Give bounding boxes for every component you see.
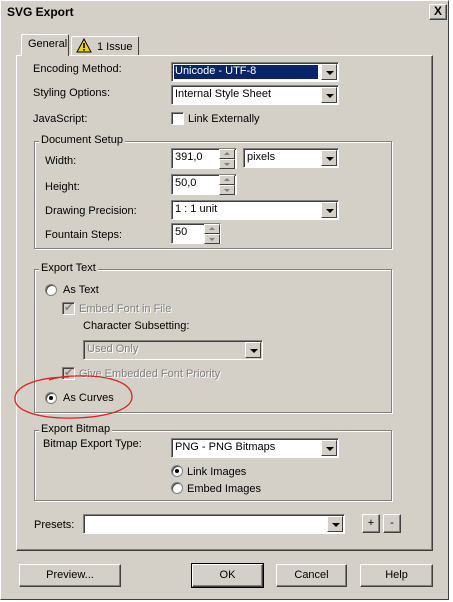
units-value: pixels [247,151,276,163]
chevron-down-icon[interactable] [321,150,337,166]
width-value: 391,0 [175,151,203,163]
chevron-down-icon[interactable] [321,202,337,218]
styling-label: Styling Options: [33,87,111,99]
width-label: Width: [45,155,77,167]
fountain-steps-stepper[interactable] [204,224,220,244]
minus-icon: - [390,517,394,529]
height-value: 50,0 [175,177,197,189]
spin-up-icon[interactable] [219,175,235,185]
preview-button-label: Preview... [46,569,94,581]
spin-down-icon[interactable] [219,159,235,169]
height-label: Height: [45,181,80,193]
styling-select[interactable]: Internal Style Sheet [171,85,339,105]
units-select[interactable]: pixels [243,148,339,168]
presets-select[interactable] [83,514,345,534]
annotation-circle [14,375,133,419]
tab-general-label: General [28,38,68,50]
export-text-legend: Export Text [39,262,98,274]
as-text-label: As Text [63,284,99,296]
bitmap-type-value: PNG - PNG Bitmaps [175,441,276,453]
remove-preset-button[interactable]: - [383,514,401,533]
ok-button-label: OK [219,569,236,581]
window-title: SVG Export [7,5,74,19]
presets-label: Presets: [34,519,75,531]
fountain-steps-value: 50 [175,226,188,238]
help-button[interactable]: Help [360,564,433,587]
spin-up-icon[interactable] [219,149,235,159]
spin-down-icon[interactable] [219,185,235,195]
warning-icon [76,38,92,53]
character-subsetting-select[interactable]: Used Only [83,340,263,360]
embed-images-radio[interactable] [171,482,183,494]
height-stepper[interactable] [219,175,235,195]
help-button-label: Help [385,569,408,581]
embed-images-label: Embed Images [187,483,261,495]
bitmap-type-select[interactable]: PNG - PNG Bitmaps [171,438,339,458]
embed-font-checkbox[interactable]: ✔ [62,302,75,315]
encoding-select[interactable]: Unicode - UTF-8 [171,62,339,82]
chevron-down-icon[interactable] [321,87,337,103]
styling-value: Internal Style Sheet [175,88,272,100]
chevron-down-icon[interactable] [321,64,337,80]
add-preset-button[interactable]: + [362,514,380,533]
chevron-down-icon[interactable] [327,516,343,532]
chevron-down-icon[interactable] [245,342,261,358]
close-button[interactable]: X [429,4,447,20]
preview-button[interactable]: Preview... [19,564,121,587]
spin-down-icon[interactable] [204,234,220,244]
link-externally-label: Link Externally [188,113,260,125]
precision-value: 1 : 1 unit [175,203,218,215]
cancel-button-label: Cancel [294,569,329,581]
width-stepper[interactable] [219,149,235,169]
tab-issues[interactable]: 1 Issue [71,36,139,56]
character-subsetting-value: Used Only [87,343,139,355]
title-bar[interactable]: SVG Export X [3,2,447,22]
tab-issues-label: 1 Issue [97,41,133,53]
chevron-down-icon[interactable] [321,440,337,456]
javascript-label: JavaScript: [33,113,88,125]
tab-general[interactable]: General [21,34,69,56]
precision-label: Drawing Precision: [45,205,137,217]
link-images-radio[interactable] [171,465,183,477]
ok-button[interactable]: OK [191,563,264,588]
document-setup-legend: Document Setup [39,134,125,146]
bitmap-type-label: Bitmap Export Type: [43,438,142,450]
character-subsetting-label: Character Subsetting: [83,320,190,332]
embed-font-label: Embed Font in File [79,303,172,315]
spin-up-icon[interactable] [204,224,220,234]
close-icon: X [433,4,442,18]
plus-icon: + [367,517,375,529]
link-images-label: Link Images [187,466,247,478]
encoding-label: Encoding Method: [33,63,122,75]
encoding-value: Unicode - UTF-8 [175,65,257,77]
cancel-button[interactable]: Cancel [276,564,347,587]
link-externally-checkbox[interactable] [171,112,184,125]
fountain-steps-label: Fountain Steps: [45,229,123,241]
as-text-radio[interactable] [45,284,57,296]
precision-select[interactable]: 1 : 1 unit [171,200,339,220]
export-bitmap-legend: Export Bitmap [39,423,113,435]
svg-export-dialog: SVG Export X General 1 Issue Encoding Me… [0,0,449,600]
